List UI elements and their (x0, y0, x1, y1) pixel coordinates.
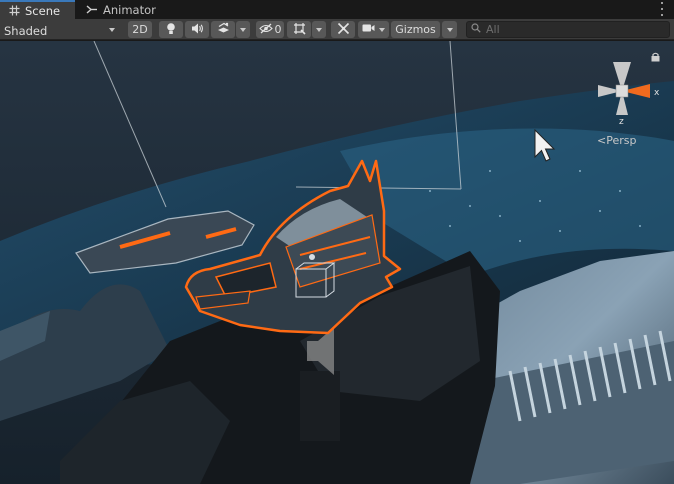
effects-dropdown-button[interactable] (236, 21, 250, 38)
animator-icon (86, 4, 98, 16)
audio-toggle-button[interactable] (185, 21, 209, 38)
camera-settings-button[interactable] (358, 21, 389, 38)
lighting-toggle-button[interactable] (159, 21, 183, 38)
gizmos-label: Gizmos (395, 23, 436, 36)
tab-scene[interactable]: Scene (0, 0, 75, 19)
tab-bar: Scene Animator (0, 0, 674, 19)
effects-icon (217, 22, 230, 37)
chevron-left-icon: < (597, 134, 607, 147)
draw-mode-dropdown[interactable]: Shaded (0, 21, 124, 38)
search-input[interactable] (486, 23, 666, 36)
tools-toggle-button[interactable] (331, 21, 355, 38)
gizmos-toggle-button[interactable]: Gizmos (391, 21, 440, 38)
tab-animator[interactable]: Animator (78, 0, 164, 19)
chevron-down-icon (316, 27, 322, 32)
toggle-2d-label: 2D (132, 23, 148, 36)
search-field[interactable] (466, 21, 670, 38)
hidden-objects-count: 0 (274, 23, 282, 36)
chevron-down-icon (379, 27, 385, 32)
projection-toggle[interactable]: <Persp (597, 134, 636, 147)
orientation-gizmo-icon[interactable]: x z (588, 57, 664, 125)
tab-scene-label: Scene (25, 3, 61, 18)
grid-snap-toggle-button[interactable] (287, 21, 311, 38)
kebab-menu-icon[interactable] (658, 2, 666, 16)
camera-icon (362, 23, 375, 36)
chevron-down-icon (109, 28, 115, 32)
gizmos-dropdown-button[interactable] (442, 21, 457, 38)
grid-icon (8, 5, 20, 17)
axis-z-label: z (619, 117, 624, 125)
turret-column (300, 371, 340, 441)
audio-icon (191, 23, 204, 37)
toggle-2d-button[interactable]: 2D (128, 21, 152, 38)
chevron-down-icon (446, 27, 453, 32)
hidden-objects-toggle-button[interactable]: 0 (256, 21, 284, 38)
effects-toggle-button[interactable] (211, 21, 235, 38)
chevron-down-icon (240, 27, 246, 32)
tab-animator-label: Animator (103, 2, 156, 17)
lighting-icon (165, 22, 177, 38)
scene-viewport[interactable]: x z <Persp (0, 41, 674, 484)
mouse-cursor-icon (534, 129, 556, 162)
grid-snap-icon (293, 22, 306, 38)
scene-render (0, 41, 674, 484)
grid-dropdown-button[interactable] (312, 21, 326, 38)
draw-mode-label: Shaded (4, 24, 48, 38)
tools-icon (337, 22, 350, 38)
projection-label: Persp (606, 134, 637, 147)
scene-toolbar: Shaded 2D 0 Gizmos All (0, 19, 674, 40)
axis-x-label: x (654, 88, 660, 98)
hidden-objects-icon (258, 23, 273, 37)
search-icon (471, 23, 481, 36)
